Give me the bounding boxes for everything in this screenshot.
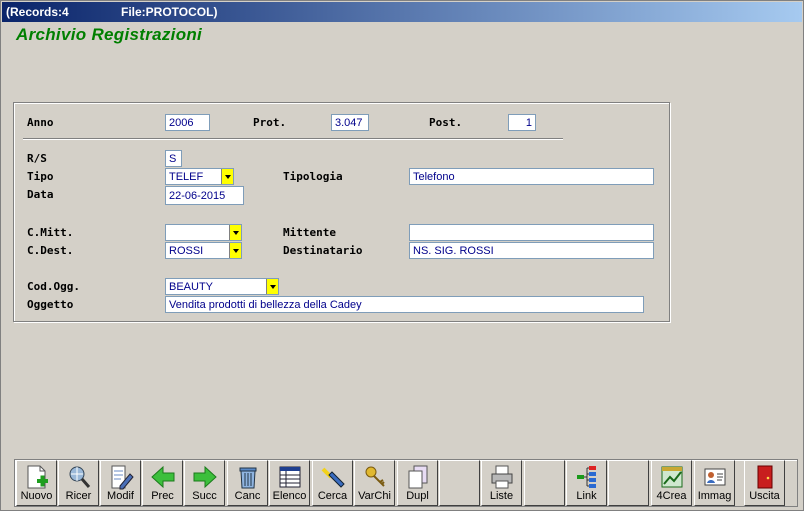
liste-button[interactable]: Liste: [481, 460, 522, 506]
cmitt-combo[interactable]: [165, 224, 242, 241]
tipologia-label: Tipologia: [283, 170, 343, 183]
file-name: File:PROTOCOL): [121, 5, 218, 19]
destinatario-label: Destinatario: [283, 244, 363, 257]
exit-door-icon: [757, 465, 773, 489]
post-field[interactable]: 1: [508, 114, 536, 131]
tipologia-field[interactable]: Telefono: [409, 168, 654, 185]
varchi-label: VarChi: [358, 490, 391, 502]
link-tree-icon: [577, 466, 596, 488]
modif-button[interactable]: Modif: [100, 460, 141, 506]
destinatario-field[interactable]: NS. SIG. ROSSI: [409, 242, 654, 259]
arrow-right-icon: [193, 465, 217, 489]
prec-label: Prec: [151, 490, 174, 502]
succ-label: Succ: [192, 490, 217, 502]
link-button[interactable]: Link: [566, 460, 607, 506]
anno-label: Anno: [27, 116, 54, 129]
ricer-button[interactable]: Ricer: [58, 460, 99, 506]
oggetto-field[interactable]: Vendita prodotti di bellezza della Cadey: [165, 296, 644, 313]
dupl-label: Dupl: [406, 490, 429, 502]
chevron-down-icon[interactable]: [229, 243, 241, 258]
immag-button[interactable]: Immag: [694, 460, 735, 506]
crea4-label: 4Crea: [656, 490, 687, 502]
codogg-label: Cod.Ogg.: [27, 280, 80, 293]
cmitt-label: C.Mitt.: [27, 226, 74, 239]
ricer-label: Ricer: [65, 490, 92, 502]
duplicate-icon: [408, 465, 428, 489]
flashlight-icon: [321, 467, 345, 488]
uscita-label: Uscita: [749, 490, 780, 502]
modif-label: Modif: [107, 490, 134, 502]
post-label: Post.: [429, 116, 463, 129]
anno-field[interactable]: 2006: [165, 114, 210, 131]
canc-button[interactable]: Canc: [227, 460, 268, 506]
image-card-icon: [704, 468, 726, 486]
create-chart-icon: [661, 466, 683, 488]
toolbar-empty-slot-1[interactable]: [439, 460, 480, 506]
cdest-value: ROSSI: [169, 245, 204, 257]
link-label: Link: [576, 490, 597, 502]
varchi-button[interactable]: VarChi: [354, 460, 395, 506]
tipo-combo[interactable]: TELEF: [165, 168, 234, 185]
cdest-label: C.Dest.: [27, 244, 74, 257]
data-label: Data: [27, 188, 54, 201]
prot-label: Prot.: [253, 116, 287, 129]
chevron-down-icon[interactable]: [221, 169, 233, 184]
trash-icon: [239, 467, 257, 489]
nuovo-label: Nuovo: [20, 490, 53, 502]
chevron-down-icon[interactable]: [266, 279, 278, 294]
mittente-field[interactable]: [409, 224, 654, 241]
canc-label: Canc: [234, 490, 261, 502]
toolbar-empty-slot-2[interactable]: [524, 460, 565, 506]
uscita-button[interactable]: Uscita: [744, 460, 785, 506]
main-window: (Records:4 File:PROTOCOL) Archivio Regis…: [0, 0, 804, 511]
rs-field[interactable]: S: [165, 150, 182, 167]
mittente-label: Mittente: [283, 226, 336, 239]
tipo-value: TELEF: [169, 171, 204, 183]
toolbar-empty-slot-3[interactable]: [608, 460, 649, 506]
tipo-label: Tipo: [27, 170, 54, 183]
codogg-value: BEAUTY: [169, 281, 214, 293]
new-document-icon: [27, 465, 48, 489]
records-count: (Records:4: [6, 5, 69, 19]
keys-icon: [365, 466, 385, 487]
form-separator: [23, 138, 563, 140]
elenco-button[interactable]: Elenco: [269, 460, 310, 506]
form-group-box: [13, 102, 670, 322]
chevron-down-icon[interactable]: [229, 225, 241, 240]
immag-label: Immag: [697, 490, 732, 502]
cerca-label: Cerca: [317, 490, 348, 502]
crea4-button[interactable]: 4Crea: [651, 460, 692, 506]
cerca-button[interactable]: Cerca: [312, 460, 353, 506]
nuovo-button[interactable]: Nuovo: [16, 460, 57, 506]
rs-label: R/S: [27, 152, 47, 165]
printer-icon: [491, 465, 513, 489]
oggetto-label: Oggetto: [27, 298, 74, 311]
succ-button[interactable]: Succ: [184, 460, 225, 506]
arrow-left-icon: [151, 465, 175, 489]
data-field[interactable]: 22-06-2015: [165, 186, 244, 205]
dupl-button[interactable]: Dupl: [397, 460, 438, 506]
edit-document-icon: [111, 465, 134, 490]
liste-label: Liste: [489, 490, 514, 502]
prec-button[interactable]: Prec: [142, 460, 183, 506]
elenco-label: Elenco: [272, 490, 307, 502]
list-table-icon: [279, 466, 301, 488]
codogg-combo[interactable]: BEAUTY: [165, 278, 279, 295]
cdest-combo[interactable]: ROSSI: [165, 242, 242, 259]
prot-field[interactable]: 3.047: [331, 114, 369, 131]
page-title: Archivio Registrazioni: [16, 25, 203, 44]
title-bar: (Records:4 File:PROTOCOL): [2, 2, 802, 22]
search-globe-icon: [69, 466, 91, 488]
